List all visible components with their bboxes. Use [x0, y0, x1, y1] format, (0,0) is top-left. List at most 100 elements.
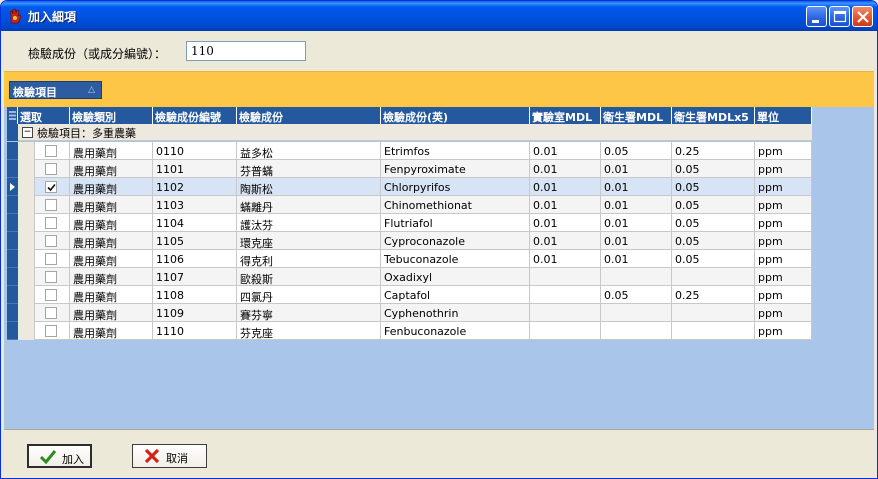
- name-cell[interactable]: 賽芬寧: [237, 304, 381, 322]
- unit-cell[interactable]: ppm: [755, 232, 812, 250]
- row-indicator[interactable]: [7, 196, 18, 214]
- table-row[interactable]: 農用藥劑 1109 賽芬寧 Cyphenothrin ppm: [7, 304, 812, 322]
- name-cell[interactable]: 四氯丹: [237, 286, 381, 304]
- row-checkbox[interactable]: [45, 253, 57, 265]
- lab-mdl-cell[interactable]: 0.01: [530, 232, 601, 250]
- column-header-doh-mdl[interactable]: 衛生署MDL: [601, 107, 672, 124]
- unit-cell[interactable]: ppm: [755, 286, 812, 304]
- doh-mdl-cell[interactable]: 0.01: [601, 214, 672, 232]
- cancel-button[interactable]: 取消: [132, 444, 207, 468]
- english-name-cell[interactable]: Oxadixyl: [381, 268, 530, 286]
- doh-mdl-cell[interactable]: 0.01: [601, 178, 672, 196]
- code-cell[interactable]: 1109: [153, 304, 237, 322]
- select-cell[interactable]: [35, 196, 70, 214]
- row-indicator[interactable]: [7, 214, 18, 232]
- row-checkbox[interactable]: [45, 235, 57, 247]
- row-checkbox[interactable]: [45, 163, 57, 175]
- minimize-button[interactable]: [806, 6, 827, 27]
- code-cell[interactable]: 0110: [153, 142, 237, 160]
- row-indicator[interactable]: [7, 232, 18, 250]
- select-cell[interactable]: [35, 160, 70, 178]
- table-row[interactable]: 農用藥劑 1102 陶斯松 Chlorpyrifos 0.01 0.01 0.05 ppm: [7, 178, 812, 196]
- doh-mdl-x5-cell[interactable]: 0.05: [672, 214, 755, 232]
- table-row[interactable]: 農用藥劑 1110 芬克座 Fenbuconazole ppm: [7, 322, 812, 340]
- search-input[interactable]: [186, 41, 306, 61]
- category-cell[interactable]: 農用藥劑: [70, 286, 153, 304]
- category-cell[interactable]: 農用藥劑: [70, 142, 153, 160]
- close-button[interactable]: [852, 6, 873, 27]
- select-cell[interactable]: [35, 232, 70, 250]
- english-name-cell[interactable]: Fenpyroximate: [381, 160, 530, 178]
- doh-mdl-cell[interactable]: 0.05: [601, 142, 672, 160]
- column-header-unit[interactable]: 單位: [755, 107, 812, 124]
- doh-mdl-x5-cell[interactable]: 0.05: [672, 232, 755, 250]
- code-cell[interactable]: 1101: [153, 160, 237, 178]
- select-cell[interactable]: [35, 214, 70, 232]
- row-checkbox[interactable]: [45, 307, 57, 319]
- select-cell[interactable]: [35, 178, 70, 196]
- english-name-cell[interactable]: Chinomethionat: [381, 196, 530, 214]
- doh-mdl-x5-cell[interactable]: 0.05: [672, 250, 755, 268]
- table-row[interactable]: 農用藥劑 1104 護汰芬 Flutriafol 0.01 0.01 0.05 ppm: [7, 214, 812, 232]
- code-cell[interactable]: 1103: [153, 196, 237, 214]
- unit-cell[interactable]: ppm: [755, 268, 812, 286]
- header-indicator[interactable]: [7, 107, 18, 124]
- name-cell[interactable]: 蟎離丹: [237, 196, 381, 214]
- table-row[interactable]: 農用藥劑 1107 歐殺斯 Oxadixyl ppm: [7, 268, 812, 286]
- title-bar[interactable]: 加入細項: [1, 1, 877, 31]
- lab-mdl-cell[interactable]: 0.01: [530, 142, 601, 160]
- english-name-cell[interactable]: Fenbuconazole: [381, 322, 530, 340]
- name-cell[interactable]: 芬普蟎: [237, 160, 381, 178]
- category-cell[interactable]: 農用藥劑: [70, 250, 153, 268]
- doh-mdl-cell[interactable]: 0.01: [601, 160, 672, 178]
- group-by-panel[interactable]: 檢驗項目 △: [4, 71, 874, 107]
- column-header-name[interactable]: 檢驗成份: [237, 107, 381, 124]
- unit-cell[interactable]: ppm: [755, 196, 812, 214]
- doh-mdl-x5-cell[interactable]: 0.05: [672, 160, 755, 178]
- category-cell[interactable]: 農用藥劑: [70, 304, 153, 322]
- name-cell[interactable]: 歐殺斯: [237, 268, 381, 286]
- doh-mdl-cell[interactable]: [601, 304, 672, 322]
- category-cell[interactable]: 農用藥劑: [70, 178, 153, 196]
- doh-mdl-cell[interactable]: [601, 268, 672, 286]
- select-cell[interactable]: [35, 142, 70, 160]
- doh-mdl-x5-cell[interactable]: 0.05: [672, 196, 755, 214]
- row-indicator[interactable]: [7, 142, 18, 160]
- code-cell[interactable]: 1102: [153, 178, 237, 196]
- select-cell[interactable]: [35, 304, 70, 322]
- unit-cell[interactable]: ppm: [755, 214, 812, 232]
- doh-mdl-x5-cell[interactable]: 0.25: [672, 286, 755, 304]
- unit-cell[interactable]: ppm: [755, 178, 812, 196]
- code-cell[interactable]: 1104: [153, 214, 237, 232]
- code-cell[interactable]: 1106: [153, 250, 237, 268]
- row-checkbox[interactable]: [45, 181, 57, 193]
- row-indicator[interactable]: [7, 286, 18, 304]
- add-button[interactable]: 加入: [27, 444, 92, 468]
- row-checkbox[interactable]: [45, 145, 57, 157]
- column-header-category[interactable]: 檢驗類別: [70, 107, 153, 124]
- name-cell[interactable]: 得克利: [237, 250, 381, 268]
- lab-mdl-cell[interactable]: 0.01: [530, 178, 601, 196]
- name-cell[interactable]: 陶斯松: [237, 178, 381, 196]
- row-indicator[interactable]: [7, 268, 18, 286]
- doh-mdl-x5-cell[interactable]: 0.05: [672, 178, 755, 196]
- name-cell[interactable]: 芬克座: [237, 322, 381, 340]
- category-cell[interactable]: 農用藥劑: [70, 322, 153, 340]
- row-indicator[interactable]: [7, 304, 18, 322]
- doh-mdl-cell[interactable]: [601, 322, 672, 340]
- select-cell[interactable]: [35, 322, 70, 340]
- collapse-toggle[interactable]: −: [22, 127, 33, 138]
- code-cell[interactable]: 1108: [153, 286, 237, 304]
- english-name-cell[interactable]: Captafol: [381, 286, 530, 304]
- name-cell[interactable]: 護汰芬: [237, 214, 381, 232]
- row-indicator[interactable]: [7, 250, 18, 268]
- table-row[interactable]: 農用藥劑 1101 芬普蟎 Fenpyroximate 0.01 0.01 0.05 ppm: [7, 160, 812, 178]
- lab-mdl-cell[interactable]: [530, 268, 601, 286]
- doh-mdl-x5-cell[interactable]: [672, 268, 755, 286]
- unit-cell[interactable]: ppm: [755, 304, 812, 322]
- row-indicator[interactable]: [7, 178, 18, 196]
- category-cell[interactable]: 農用藥劑: [70, 196, 153, 214]
- english-name-cell[interactable]: Cyproconazole: [381, 232, 530, 250]
- row-checkbox[interactable]: [45, 271, 57, 283]
- code-cell[interactable]: 1107: [153, 268, 237, 286]
